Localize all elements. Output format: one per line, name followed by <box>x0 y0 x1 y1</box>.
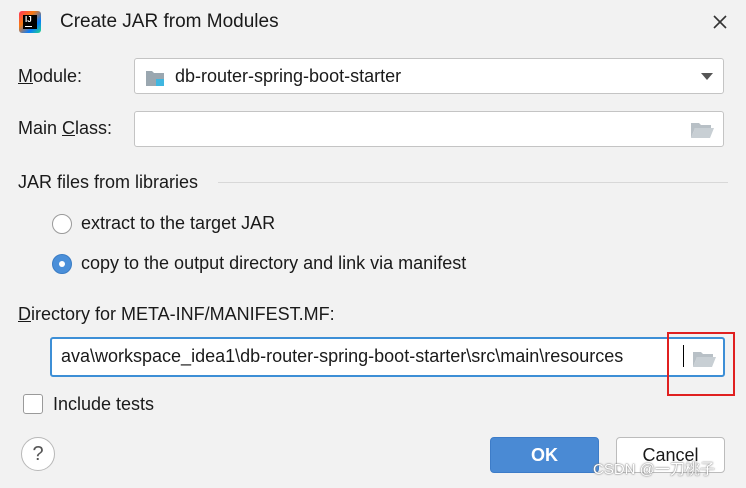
help-button[interactable]: ? <box>21 437 55 471</box>
watermark: CSDN @一刀桃子 <box>593 461 715 478</box>
dialog-title: Create JAR from Modules <box>60 11 279 32</box>
section-divider <box>218 182 728 183</box>
ok-button[interactable]: OK <box>490 437 599 473</box>
radio-copy-link[interactable] <box>52 254 72 274</box>
folder-open-icon[interactable] <box>689 118 715 140</box>
radio-copy-link-label[interactable]: copy to the output directory and link vi… <box>81 253 466 274</box>
manifest-dir-label: Directory for META-INF/MANIFEST.MF: <box>18 304 335 324</box>
include-tests-label[interactable]: Include tests <box>53 394 154 415</box>
include-tests-checkbox[interactable] <box>23 394 43 414</box>
radio-extract[interactable] <box>52 214 72 234</box>
module-select[interactable]: db-router-spring-boot-starter <box>134 58 724 94</box>
chevron-down-icon[interactable] <box>701 73 713 80</box>
close-button[interactable] <box>706 8 734 36</box>
main-class-label: Main Class: <box>18 118 113 138</box>
module-folder-icon <box>146 71 164 86</box>
module-value: db-router-spring-boot-starter <box>175 66 402 86</box>
annotation-highlight-box <box>667 332 735 396</box>
libraries-section-label: JAR files from libraries <box>18 172 199 192</box>
manifest-dir-field[interactable]: ava\workspace_idea1\db-router-spring-boo… <box>50 337 725 377</box>
close-icon <box>713 15 727 29</box>
intellij-idea-icon: IJ <box>19 11 41 33</box>
manifest-dir-value: ava\workspace_idea1\db-router-spring-boo… <box>61 346 624 366</box>
main-class-field[interactable] <box>134 111 724 147</box>
radio-extract-label[interactable]: extract to the target JAR <box>81 213 275 234</box>
module-label: Module: <box>18 66 83 86</box>
